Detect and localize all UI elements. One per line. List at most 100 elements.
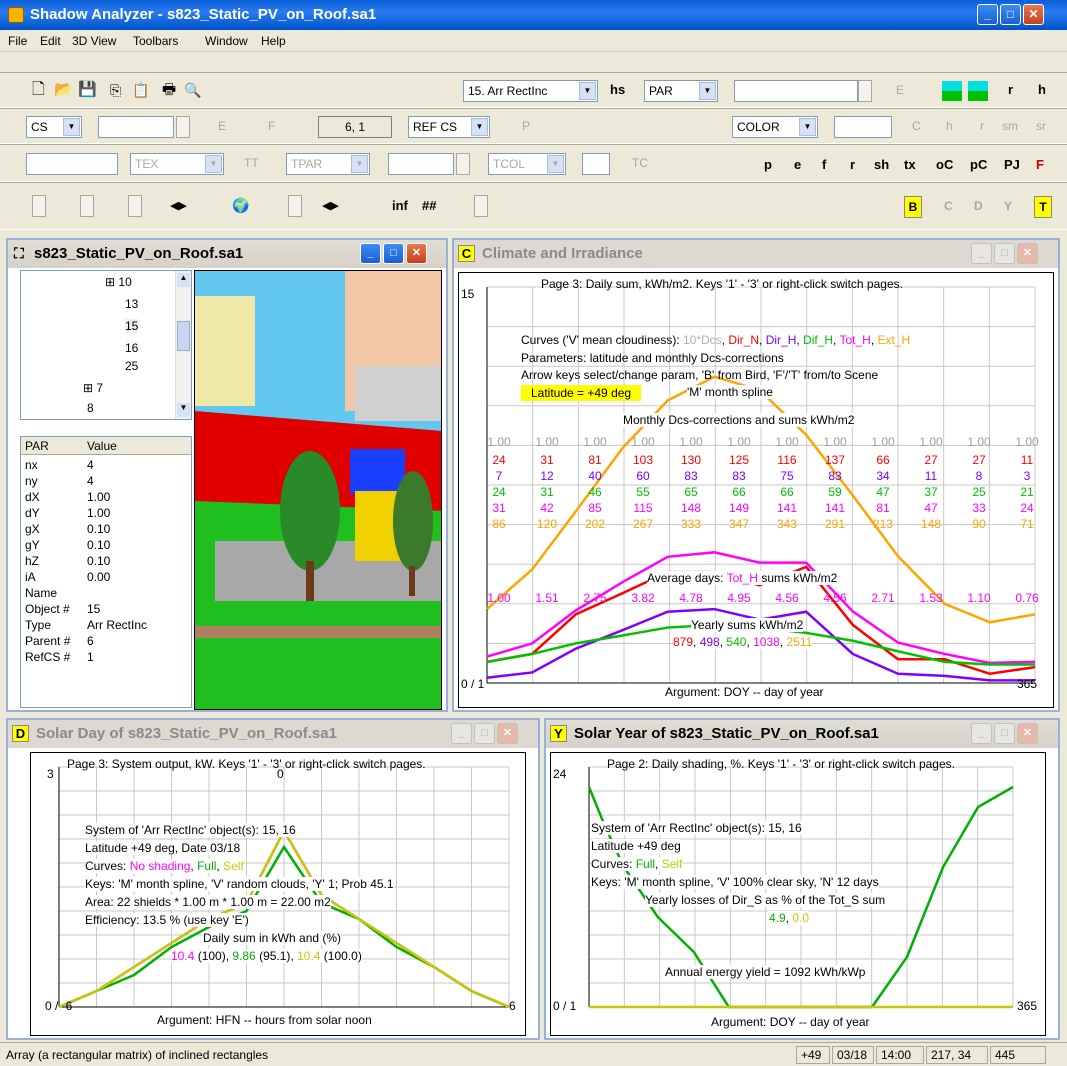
h2-button[interactable]: h xyxy=(946,116,953,138)
property-row[interactable]: nx 4 xyxy=(21,457,191,473)
menu-file[interactable]: File xyxy=(8,34,27,48)
menu-window[interactable]: Window xyxy=(205,34,248,48)
pc-mode-button[interactable]: pC xyxy=(970,155,987,177)
menu-3dview[interactable]: 3D View xyxy=(72,34,116,48)
maximize-button[interactable]: □ xyxy=(994,243,1015,264)
close-button[interactable]: ✕ xyxy=(1017,723,1038,744)
sm-button[interactable]: sm xyxy=(1002,116,1018,138)
print-preview-icon[interactable]: 🔍 xyxy=(184,80,201,102)
tree-node-10[interactable]: ⊞ 10 xyxy=(105,275,132,289)
print-icon[interactable]: 🖶 xyxy=(162,80,176,102)
maximize-button[interactable]: □ xyxy=(994,723,1015,744)
cs-spinner[interactable] xyxy=(176,116,190,138)
chevron-down-icon[interactable]: ▼ xyxy=(63,118,80,136)
close-button[interactable]: ✕ xyxy=(1017,243,1038,264)
menu-help[interactable]: Help xyxy=(261,34,286,48)
property-row[interactable]: ny 4 xyxy=(21,473,191,489)
texture-input[interactable] xyxy=(26,153,118,175)
ground-color-icon[interactable] xyxy=(942,91,962,101)
sky-color-icon[interactable] xyxy=(942,81,962,91)
close-button[interactable]: ✕ xyxy=(406,243,427,264)
tx-mode-button[interactable]: tx xyxy=(904,155,916,177)
maximize-button[interactable]: □ xyxy=(474,723,495,744)
save-icon[interactable]: 💾 xyxy=(78,80,97,102)
close-button[interactable]: ✕ xyxy=(1023,4,1044,25)
tc-button[interactable]: TC xyxy=(632,153,648,175)
globe-icon[interactable]: 🌍 xyxy=(232,195,249,217)
chevron-up-icon[interactable]: ▲ xyxy=(177,273,190,287)
chevron-down-icon[interactable]: ▼ xyxy=(579,82,596,100)
solar-year-chart[interactable]: Page 2: Daily shading, %. Keys '1' - '3'… xyxy=(550,752,1046,1036)
scene-3d-view[interactable] xyxy=(194,270,442,710)
refcs-combo[interactable]: REF CS ▼ xyxy=(408,116,490,138)
r-mode-button[interactable]: r xyxy=(850,155,855,177)
property-row[interactable]: RefCS # 1 xyxy=(21,649,191,665)
chevron-down-icon[interactable]: ▼ xyxy=(471,118,488,136)
property-row[interactable]: iA 0.00 xyxy=(21,569,191,585)
property-row[interactable]: hZ 0.10 xyxy=(21,553,191,569)
paste-icon[interactable]: 📋 xyxy=(132,80,149,102)
left-right-arrows-icon[interactable]: ◀▶ xyxy=(322,196,339,218)
r2-button[interactable]: r xyxy=(980,116,984,138)
property-row[interactable]: gX 0.10 xyxy=(21,521,191,537)
pj-mode-button[interactable]: PJ xyxy=(1004,155,1020,177)
close-button[interactable]: ✕ xyxy=(497,723,518,744)
r-button[interactable]: r xyxy=(1008,80,1013,102)
menu-edit[interactable]: Edit xyxy=(40,34,61,48)
chevron-down-icon[interactable]: ▼ xyxy=(177,403,190,417)
tree-scrollbar[interactable]: ▲ ▼ xyxy=(175,271,191,419)
tree-node-25[interactable]: 25 xyxy=(125,359,138,373)
spinner-3[interactable] xyxy=(128,195,142,217)
tpar-combo[interactable]: TPAR ▼ xyxy=(286,153,370,175)
climate-window-button[interactable]: C xyxy=(944,196,953,218)
sky-color-icon[interactable] xyxy=(968,81,988,91)
p-mode-button[interactable]: p xyxy=(764,155,772,177)
object-tree[interactable]: ⊞ 10 13 15 16 25 ⊞ 7 8 ▲ ▼ xyxy=(20,270,192,420)
chevron-down-icon[interactable]: ▼ xyxy=(547,155,564,173)
color-value-input[interactable] xyxy=(834,116,892,138)
p-button[interactable]: P xyxy=(522,116,530,138)
property-row[interactable]: Name xyxy=(21,585,191,601)
maximize-button[interactable]: □ xyxy=(1000,4,1021,25)
f2-button[interactable]: F xyxy=(268,116,275,138)
value-input[interactable] xyxy=(734,80,858,102)
maximize-button[interactable]: □ xyxy=(383,243,404,264)
chevron-down-icon[interactable]: ▼ xyxy=(699,82,716,100)
minimize-button[interactable]: _ xyxy=(360,243,381,264)
tt-button[interactable]: TT xyxy=(244,153,259,175)
spinner-2[interactable] xyxy=(80,195,94,217)
spinner-5[interactable] xyxy=(474,195,488,217)
c-button[interactable]: C xyxy=(912,116,921,138)
minimize-button[interactable]: _ xyxy=(971,243,992,264)
left-right-arrows-icon[interactable]: ◀▶ xyxy=(170,196,187,218)
new-file-icon[interactable]: 🗋 xyxy=(32,80,45,102)
e-mode-button[interactable]: e xyxy=(794,155,801,177)
solar-day-chart[interactable]: Page 3: System output, kW. Keys '1' - '3… xyxy=(30,752,526,1036)
minimize-button[interactable]: _ xyxy=(451,723,472,744)
property-row[interactable]: gY 0.10 xyxy=(21,537,191,553)
spinner-1[interactable] xyxy=(32,195,46,217)
par-combo[interactable]: PAR ▼ xyxy=(644,80,718,102)
t-window-button[interactable]: T xyxy=(1034,196,1052,218)
f-mode-button[interactable]: f xyxy=(822,155,826,177)
f-red-button[interactable]: F xyxy=(1036,155,1044,177)
open-folder-icon[interactable]: 📂 xyxy=(54,80,73,102)
sh-mode-button[interactable]: sh xyxy=(874,155,889,177)
cs-combo[interactable]: CS ▼ xyxy=(26,116,82,138)
e-button[interactable]: E xyxy=(896,80,904,102)
tree-scroll-thumb[interactable] xyxy=(177,321,190,351)
value-spinner[interactable] xyxy=(858,80,872,102)
tree-node-16[interactable]: 16 xyxy=(125,341,138,355)
property-row[interactable]: Parent # 6 xyxy=(21,633,191,649)
e2-button[interactable]: E xyxy=(218,116,226,138)
property-row[interactable]: Object # 15 xyxy=(21,601,191,617)
tree-node-13[interactable]: 13 xyxy=(125,297,138,311)
tex-combo[interactable]: TEX ▼ xyxy=(130,153,224,175)
tree-node-15[interactable]: 15 xyxy=(125,319,139,333)
color-combo[interactable]: COLOR ▼ xyxy=(732,116,818,138)
sr-button[interactable]: sr xyxy=(1036,116,1046,138)
chevron-down-icon[interactable]: ▼ xyxy=(799,118,816,136)
ground-color-icon[interactable] xyxy=(968,91,988,101)
hs-button[interactable]: hs xyxy=(610,80,625,102)
latitude-param[interactable]: Latitude = +49 deg xyxy=(521,385,642,401)
